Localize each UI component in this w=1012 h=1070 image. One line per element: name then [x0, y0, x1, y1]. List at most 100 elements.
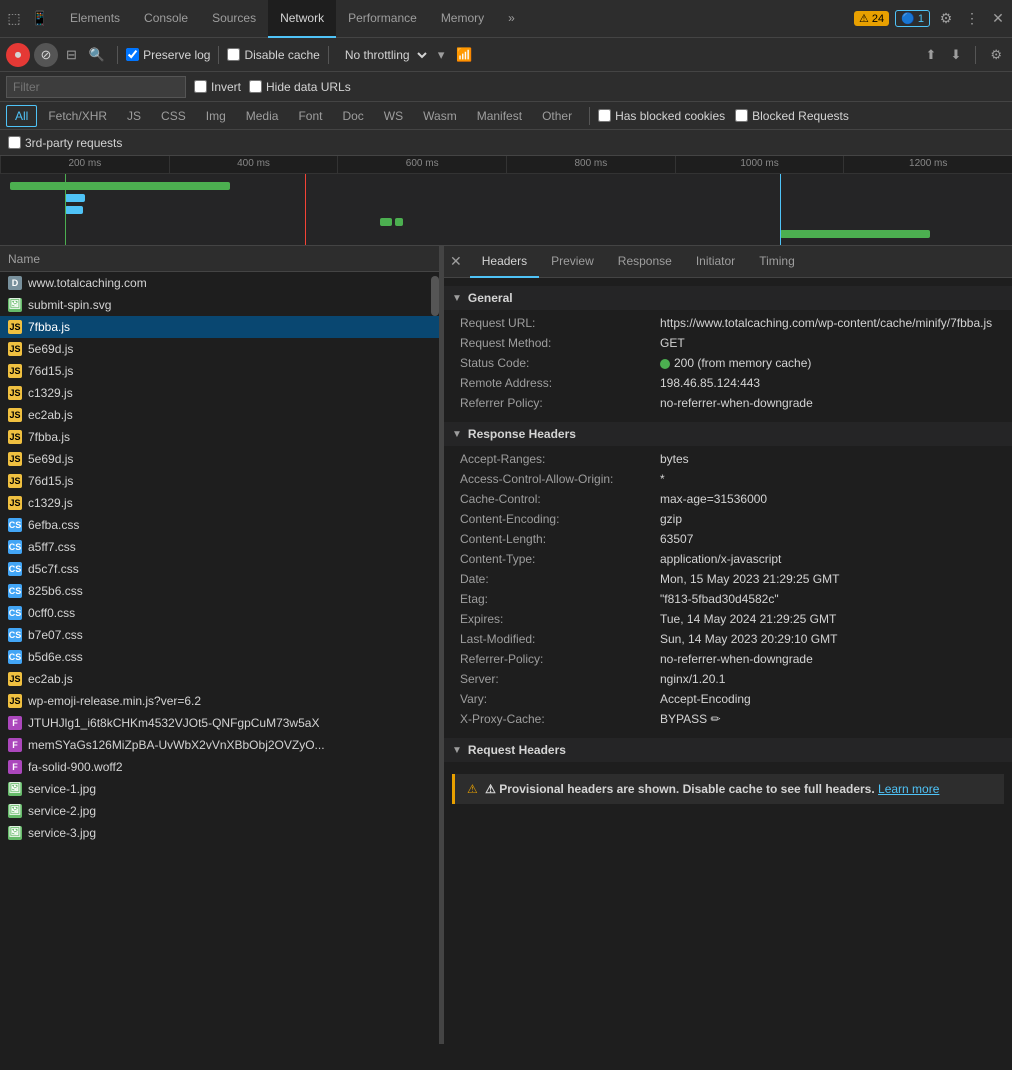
file-item[interactable]: JS5e69d.js — [0, 448, 439, 470]
file-item[interactable]: 🖼service-3.jpg — [0, 822, 439, 844]
file-item[interactable]: JS5e69d.js — [0, 338, 439, 360]
tab-sources[interactable]: Sources — [200, 0, 268, 38]
detail-close-button[interactable]: ✕ — [450, 253, 462, 270]
file-name: c1329.js — [28, 496, 73, 510]
file-item[interactable]: 🖼submit-spin.svg — [0, 294, 439, 316]
type-js[interactable]: JS — [118, 105, 150, 127]
network-toolbar: ⏺ ⊘ ⊟ 🔍 Preserve log Disable cache No th… — [0, 38, 1012, 72]
scrollbar-thumb[interactable] — [431, 276, 439, 316]
type-all[interactable]: All — [6, 105, 37, 127]
file-item[interactable]: JSwp-emoji-release.min.js?ver=6.2 — [0, 690, 439, 712]
file-item[interactable]: JS7fbba.js — [0, 426, 439, 448]
tab-more[interactable]: » — [496, 0, 527, 38]
detail-value: 198.46.85.124:443 — [660, 376, 996, 390]
type-css[interactable]: CSS — [152, 105, 195, 127]
type-doc[interactable]: Doc — [333, 105, 372, 127]
file-item[interactable]: CSa5ff7.css — [0, 536, 439, 558]
type-img[interactable]: Img — [197, 105, 235, 127]
file-item[interactable]: CS825b6.css — [0, 580, 439, 602]
file-item[interactable]: CSb5d6e.css — [0, 646, 439, 668]
tab-response[interactable]: Response — [606, 246, 684, 278]
timeline-waterfall[interactable] — [0, 174, 1012, 246]
warning-badge[interactable]: ⚠ 24 — [854, 11, 889, 26]
tab-preview[interactable]: Preview — [539, 246, 606, 278]
blocked-requests-input[interactable] — [735, 109, 748, 122]
inspect-icon[interactable]: ⬚ — [4, 9, 24, 29]
hide-data-urls-input[interactable] — [249, 80, 262, 93]
has-blocked-cookies-checkbox[interactable]: Has blocked cookies — [598, 109, 725, 123]
search-icon[interactable]: 🔍 — [85, 45, 109, 65]
close-icon[interactable]: ✕ — [988, 9, 1008, 29]
file-item[interactable]: JS76d15.js — [0, 470, 439, 492]
general-section-header[interactable]: ▼ General — [444, 286, 1012, 310]
tab-console[interactable]: Console — [132, 0, 200, 38]
file-name: service-2.jpg — [28, 804, 96, 818]
file-item[interactable]: JS7fbba.js — [0, 316, 439, 338]
type-manifest[interactable]: Manifest — [468, 105, 531, 127]
preserve-log-checkbox[interactable]: Preserve log — [126, 48, 210, 62]
third-party-checkbox[interactable]: 3rd-party requests — [8, 136, 122, 150]
file-item[interactable]: CSb7e07.css — [0, 624, 439, 646]
wifi-icon[interactable]: 📶 — [452, 45, 476, 65]
disable-cache-checkbox[interactable]: Disable cache — [227, 48, 319, 62]
tab-elements[interactable]: Elements — [58, 0, 132, 38]
file-item[interactable]: JSc1329.js — [0, 382, 439, 404]
stop-button[interactable]: ⊘ — [34, 43, 58, 67]
throttle-dropdown-icon[interactable]: ▾ — [434, 45, 449, 65]
download-icon[interactable]: ⬇ — [946, 45, 965, 65]
type-font[interactable]: Font — [289, 105, 331, 127]
devtools-icons: ⬚ 📱 — [4, 9, 50, 29]
hide-data-urls-checkbox[interactable]: Hide data URLs — [249, 80, 351, 94]
settings-icon[interactable]: ⚙ — [936, 9, 956, 29]
file-item[interactable]: 🖼service-1.jpg — [0, 778, 439, 800]
tab-network[interactable]: Network — [268, 0, 336, 38]
record-button[interactable]: ⏺ — [6, 43, 30, 67]
file-list-scroll[interactable]: Dwww.totalcaching.com🖼submit-spin.svgJS7… — [0, 272, 439, 1044]
more-options-icon[interactable]: ⋮ — [962, 9, 982, 29]
file-item[interactable]: JSec2ab.js — [0, 668, 439, 690]
detail-scroll[interactable]: ▼ General Request URL: https://www.total… — [444, 278, 1012, 1044]
type-ws[interactable]: WS — [375, 105, 412, 127]
response-headers-section-header[interactable]: ▼ Response Headers — [444, 422, 1012, 446]
file-item[interactable]: CSd5c7f.css — [0, 558, 439, 580]
tick-200ms: 200 ms — [0, 156, 169, 173]
info-badge[interactable]: 🔵 1 — [895, 10, 930, 27]
file-item[interactable]: JS76d15.js — [0, 360, 439, 382]
detail-key: X-Proxy-Cache: — [460, 712, 660, 726]
disable-cache-input[interactable] — [227, 48, 240, 61]
blocked-cookies-input[interactable] — [598, 109, 611, 122]
warning-link[interactable]: Learn more — [878, 782, 939, 796]
file-item[interactable]: Ffa-solid-900.woff2 — [0, 756, 439, 778]
file-item[interactable]: JSec2ab.js — [0, 404, 439, 426]
file-item[interactable]: JSc1329.js — [0, 492, 439, 514]
invert-checkbox[interactable]: Invert — [194, 80, 241, 94]
upload-icon[interactable]: ⬆ — [922, 45, 941, 65]
tab-initiator[interactable]: Initiator — [684, 246, 747, 278]
device-icon[interactable]: 📱 — [30, 9, 50, 29]
type-other[interactable]: Other — [533, 105, 581, 127]
type-fetch-xhr[interactable]: Fetch/XHR — [39, 105, 116, 127]
file-item[interactable]: CS6efba.css — [0, 514, 439, 536]
third-party-input[interactable] — [8, 136, 21, 149]
file-item[interactable]: CS0cff0.css — [0, 602, 439, 624]
detail-key: Request Method: — [460, 336, 660, 350]
tab-memory[interactable]: Memory — [429, 0, 496, 38]
preserve-log-input[interactable] — [126, 48, 139, 61]
tab-headers[interactable]: Headers — [470, 246, 539, 278]
type-wasm[interactable]: Wasm — [414, 105, 466, 127]
file-item[interactable]: FJTUHJlg1_i6t8kCHKm4532VJOt5-QNFgpCuM73w… — [0, 712, 439, 734]
type-media[interactable]: Media — [237, 105, 288, 127]
invert-input[interactable] — [194, 80, 207, 93]
file-item[interactable]: FmemSYaGs126MiZpBA-UvWbX2vVnXBbObj2OVZyO… — [0, 734, 439, 756]
filter-icon[interactable]: ⊟ — [62, 45, 81, 65]
network-settings-icon[interactable]: ⚙ — [986, 45, 1006, 65]
throttle-select[interactable]: No throttling — [337, 45, 430, 65]
tab-performance[interactable]: Performance — [336, 0, 429, 38]
filter-input[interactable] — [6, 76, 186, 98]
file-item[interactable]: 🖼service-2.jpg — [0, 800, 439, 822]
request-headers-section-header[interactable]: ▼ Request Headers — [444, 738, 1012, 762]
blocked-requests-checkbox[interactable]: Blocked Requests — [735, 109, 849, 123]
waterfall-bar-4 — [380, 218, 392, 226]
tab-timing[interactable]: Timing — [747, 246, 807, 278]
file-item[interactable]: Dwww.totalcaching.com — [0, 272, 439, 294]
